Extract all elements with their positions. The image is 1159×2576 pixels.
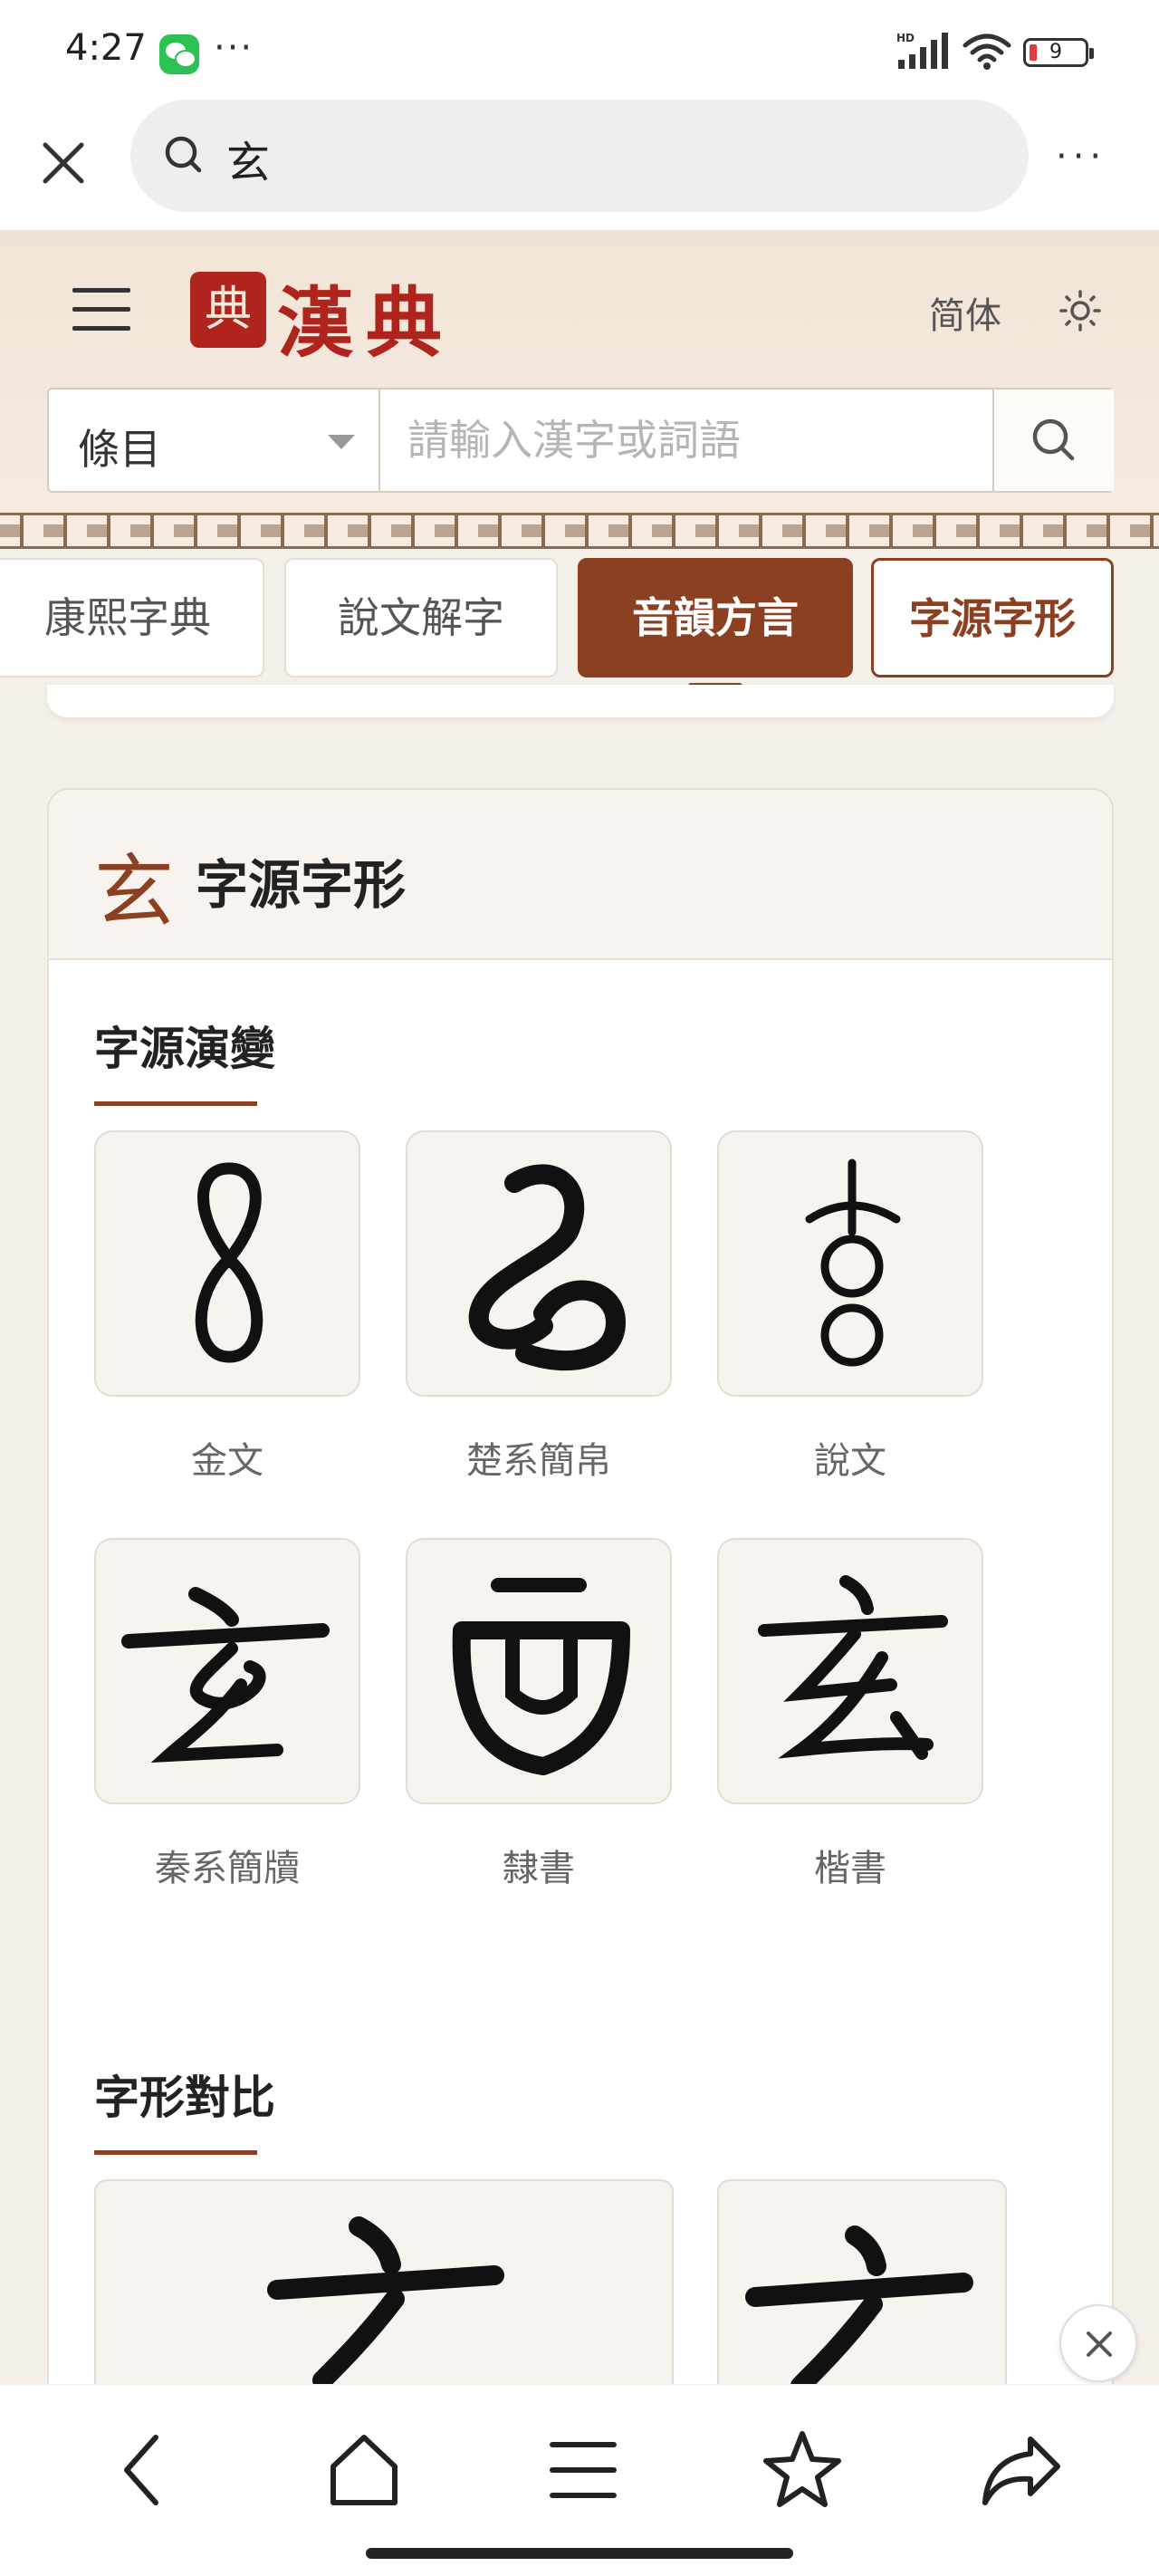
card-character: 玄 [94,845,175,938]
glyph-chu-silk[interactable] [406,1130,672,1397]
address-bar[interactable]: 玄 [130,100,1029,212]
glyph-clerical[interactable] [406,1538,672,1804]
tab-kangxi[interactable]: 康熙字典 [0,558,264,678]
bottom-navigation [0,2384,1159,2576]
theme-toggle-icon[interactable] [1059,290,1101,332]
search-query: 玄 [226,138,271,188]
glyph-label: 楷書 [814,1848,886,1889]
site-search-bar: 條目 [47,388,1114,493]
status-bar: 4:27 ··· HD 9 [0,0,1159,100]
tab-panel-edge [47,685,1114,717]
site-logo[interactable]: 漢典 [277,263,455,372]
glyph-regular[interactable] [717,1538,983,1804]
glyph-label: 隸書 [503,1848,575,1889]
home-indicator [366,2548,793,2559]
simplified-chinese-toggle[interactable]: 简体 [929,286,1001,339]
search-category-select[interactable]: 條目 [49,389,380,491]
more-menu-icon[interactable]: ··· [1056,136,1106,178]
bronze-glyph-icon [195,1162,263,1363]
wechat-icon [159,34,199,74]
battery-icon: 9 [1023,38,1094,67]
search-icon [165,136,202,173]
site-header: 典 漢典 简体 條目 [0,230,1159,520]
chevron-down-icon [328,435,355,449]
etymology-card: 玄 字源字形 字源演變 金文 楚系簡帛 說文 秦系簡牘 隸書 楷書 字形對比 [47,788,1114,2509]
decorative-border [0,513,1159,549]
wifi-icon [963,34,1011,70]
close-icon[interactable] [36,136,91,190]
section-tabs: 康熙字典 說文解字 音韻方言 字源字形 [0,554,1159,688]
search-input[interactable] [380,389,992,491]
card-header: 玄 字源字形 [49,790,1112,960]
status-more-icon: ··· [214,27,254,69]
glyph-bronze[interactable] [94,1130,360,1397]
regular-glyph-icon [758,1575,948,1760]
signal-icon: HD [896,32,948,69]
browser-bar: 玄 ··· [0,100,1159,230]
svg-text:HD: HD [896,32,915,44]
glyph-label: 金文 [191,1440,263,1482]
search-icon [1032,418,1075,461]
back-icon[interactable] [100,2425,190,2515]
share-icon[interactable] [976,2425,1067,2515]
chu-glyph-icon [468,1164,627,1371]
tab-shuowen[interactable]: 說文解字 [284,558,558,678]
qin-glyph-icon [121,1587,330,1763]
home-icon[interactable] [319,2425,409,2515]
float-close-button[interactable] [1059,2304,1137,2382]
site-logo-seal: 典 [190,272,266,348]
section-underline [94,1101,257,1106]
status-time: 4:27 [65,27,147,69]
evolution-section-title: 字源演變 [94,1023,275,1075]
bookmark-star-icon[interactable] [757,2425,848,2515]
glyph-qin-slips[interactable] [94,1538,360,1804]
glyph-label: 秦系簡牘 [155,1848,300,1889]
glyph-label: 說文 [814,1440,886,1482]
card-title: 字源字形 [196,854,407,916]
clerical-glyph-icon [452,1578,630,1775]
tab-phonology[interactable]: 音韻方言 [578,558,853,678]
search-button[interactable] [992,389,1114,491]
glyph-label: 楚系簡帛 [466,1440,611,1482]
close-icon [1087,2331,1112,2357]
shuowen-glyph-icon [805,1158,901,1367]
glyph-shuowen[interactable] [717,1130,983,1397]
hamburger-menu-icon[interactable] [72,288,130,332]
section-underline [94,2150,257,2155]
tab-etymology[interactable]: 字源字形 [871,558,1114,678]
comparison-section-title: 字形對比 [94,2071,275,2124]
tabs-menu-icon[interactable] [538,2425,628,2515]
